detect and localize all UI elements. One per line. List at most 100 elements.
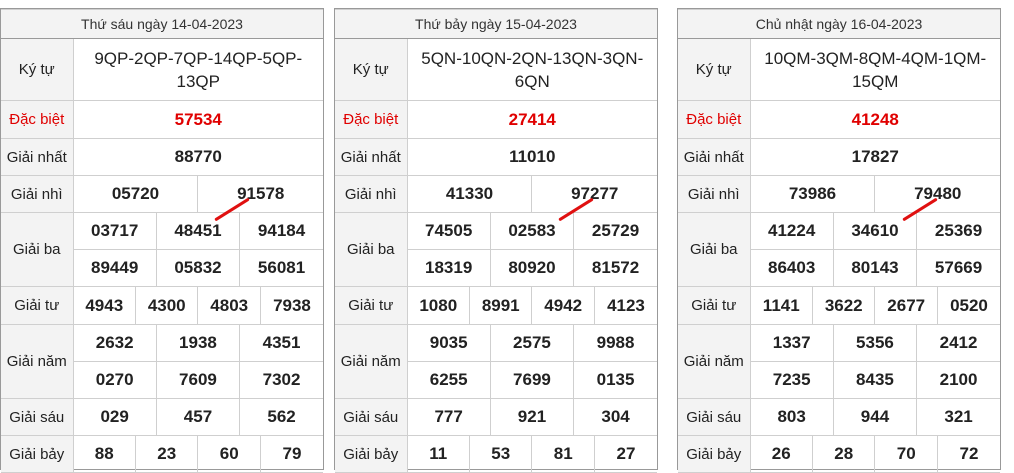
third-prize-value: 74505 [406, 212, 491, 250]
label-dac-biet: Đặc biệt [678, 100, 751, 139]
fourth-prize-value: 3622 [811, 286, 876, 325]
sixth-prize-value: 304 [573, 398, 657, 436]
label-giai-bay: Giải bảy [335, 435, 408, 473]
seventh-prize-value: 81 [531, 435, 595, 473]
fourth-prize-value: 1141 [749, 286, 813, 325]
label-dac-biet: Đặc biệt [335, 100, 408, 139]
sixth-prize-value: 944 [832, 398, 918, 436]
label-giai-sau: Giải sáu [335, 398, 408, 436]
label-giai-bay: Giải bảy [1, 435, 74, 473]
label-giai-nhat: Giải nhất [1, 138, 74, 176]
fifth-prize-value: 0135 [573, 361, 657, 399]
label-dac-biet: Đặc biệt [1, 100, 74, 139]
fifth-prize-value: 1337 [749, 324, 834, 362]
third-prize-value: 80143 [832, 249, 918, 287]
fourth-prize-value: 8991 [468, 286, 533, 325]
third-prize-value: 86403 [750, 249, 834, 287]
second-prize-value: 97277 [531, 175, 657, 213]
fourth-prize-value: 0520 [936, 286, 1000, 325]
first-prize-value: 17827 [749, 138, 1000, 176]
fifth-prize-value: 2412 [916, 324, 1000, 362]
draw-date-header: Thứ bảy ngày 15-04-2023 [335, 9, 657, 39]
second-prize-value: 41330 [406, 175, 533, 213]
seventh-prize-value: 53 [468, 435, 533, 473]
fifth-prize-value: 7302 [239, 361, 323, 399]
label-giai-tu: Giải tư [1, 286, 74, 325]
label-giai-ba: Giải ba [678, 212, 751, 287]
third-prize-value: 81572 [573, 249, 657, 287]
label-ky-tu: Ký tự [1, 38, 74, 101]
third-prize-value: 03717 [72, 212, 157, 250]
fifth-prize-value: 4351 [239, 324, 323, 362]
third-prize-value: 56081 [239, 249, 323, 287]
sixth-prize-value: 777 [406, 398, 491, 436]
fifth-prize-value: 6255 [407, 361, 491, 399]
sixth-prize-value: 562 [239, 398, 323, 436]
first-prize-value: 11010 [406, 138, 657, 176]
label-giai-nhi: Giải nhì [678, 175, 751, 213]
fifth-prize-value: 1938 [155, 324, 241, 362]
sixth-prize-value: 921 [489, 398, 575, 436]
sixth-prize-value: 029 [72, 398, 157, 436]
results-panel-1: Thứ sáu ngày 14-04-2023 Ký tự 9QP-2QP-7QP-… [0, 8, 324, 473]
seventh-prize-value: 28 [811, 435, 876, 473]
second-prize-value: 79480 [874, 175, 1000, 213]
fifth-prize-value: 7699 [489, 361, 575, 399]
results-panel-2: Thứ bảy ngày 15-04-2023 Ký tự 5QN-10QN-2QN… [334, 8, 658, 473]
draw-date-header: Thứ sáu ngày 14-04-2023 [1, 9, 323, 39]
label-giai-nhat: Giải nhất [678, 138, 751, 176]
first-prize-value: 88770 [72, 138, 323, 176]
fifth-prize-value: 2632 [72, 324, 157, 362]
seventh-prize-value: 88 [72, 435, 136, 473]
fourth-prize-value: 1080 [406, 286, 470, 325]
fourth-prize-value: 2677 [874, 286, 938, 325]
special-prize-value: 57534 [72, 100, 323, 139]
sixth-prize-value: 321 [916, 398, 1000, 436]
seventh-prize-value: 11 [406, 435, 470, 473]
seventh-prize-value: 70 [874, 435, 938, 473]
second-prize-value: 91578 [197, 175, 323, 213]
second-prize-value: 73986 [749, 175, 876, 213]
fifth-prize-value: 2575 [489, 324, 575, 362]
fifth-prize-value: 9988 [573, 324, 657, 362]
label-ky-tu: Ký tự [678, 38, 751, 101]
label-giai-nhi: Giải nhì [335, 175, 408, 213]
fifth-prize-value: 9035 [406, 324, 491, 362]
third-prize-value: 18319 [407, 249, 491, 287]
third-prize-value: 41224 [749, 212, 834, 250]
ky-tu-codes: 10QM-3QM-8QM-4QM-1QM-15QM [749, 38, 1000, 101]
fifth-prize-value: 8435 [832, 361, 918, 399]
seventh-prize-value: 60 [197, 435, 261, 473]
label-ky-tu: Ký tự [335, 38, 408, 101]
draw-date-header: Chủ nhật ngày 16-04-2023 [678, 9, 1000, 39]
seventh-prize-value: 79 [259, 435, 323, 473]
label-giai-nhat: Giải nhất [335, 138, 408, 176]
third-prize-value: 05832 [155, 249, 241, 287]
fourth-prize-value: 4943 [72, 286, 136, 325]
second-prize-value: 05720 [72, 175, 199, 213]
sixth-prize-value: 803 [749, 398, 834, 436]
label-giai-tu: Giải tư [678, 286, 751, 325]
third-prize-value: 57669 [916, 249, 1000, 287]
fifth-prize-value: 7235 [750, 361, 834, 399]
label-giai-nam: Giải năm [678, 324, 751, 399]
special-prize-value: 27414 [406, 100, 657, 139]
third-prize-value: 48451 [155, 212, 241, 250]
third-prize-value: 25729 [573, 212, 657, 250]
third-prize-value: 89449 [73, 249, 157, 287]
fourth-prize-value: 4300 [134, 286, 199, 325]
label-giai-nam: Giải năm [335, 324, 408, 399]
label-giai-nhi: Giải nhì [1, 175, 74, 213]
fourth-prize-value: 4803 [197, 286, 261, 325]
fifth-prize-value: 0270 [73, 361, 157, 399]
fourth-prize-value: 4123 [593, 286, 657, 325]
third-prize-value: 80920 [489, 249, 575, 287]
seventh-prize-value: 27 [593, 435, 657, 473]
fifth-prize-value: 2100 [916, 361, 1000, 399]
label-giai-sau: Giải sáu [1, 398, 74, 436]
results-panel-3: Chủ nhật ngày 16-04-2023 Ký tự 10QM-3QM-8Q… [677, 8, 1001, 473]
fourth-prize-value: 7938 [259, 286, 323, 325]
sixth-prize-value: 457 [155, 398, 241, 436]
label-giai-nam: Giải năm [1, 324, 74, 399]
label-giai-bay: Giải bảy [678, 435, 751, 473]
